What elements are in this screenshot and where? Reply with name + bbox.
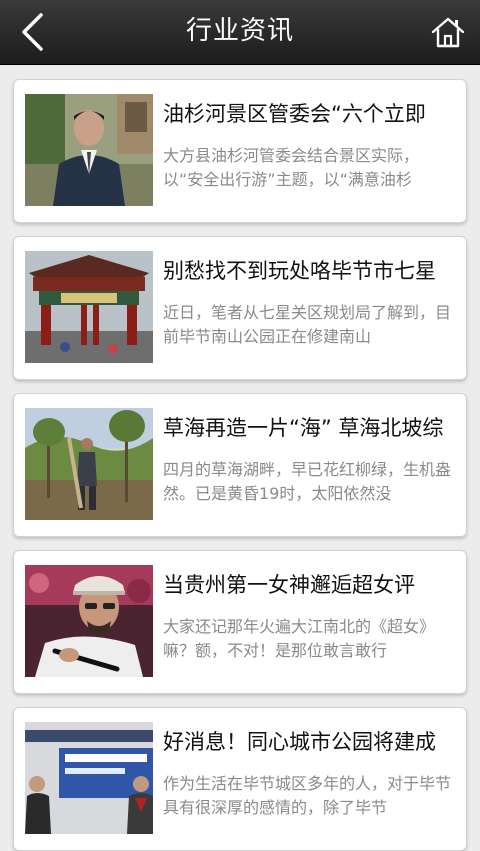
title-bar: 行业资讯 [0,0,480,65]
news-summary: 大家还记那年火遍大江南北的《超女》嘛？额，不对！是那位敢言敢行 [163,617,436,660]
news-summary: 大方县油杉河管委会结合景区实际，以“安全出行游”主题，以“满意油杉 [163,146,420,189]
news-summary: 四月的草海湖畔，早已花红柳绿，生机盎然。已是黄昏19时，太阳依然没 [163,460,452,503]
news-title: 好消息！同心城市公园将建成 [163,730,436,754]
news-title: 当贵州第一女神邂逅超女评 [163,573,415,597]
home-icon [431,17,465,48]
news-item[interactable]: 好消息！同心城市公园将建成 作为生活在毕节城区多年的人，对于毕节具有很深厚的感情… [13,707,467,851]
news-thumbnail [25,408,153,520]
news-thumbnail [25,251,153,363]
news-thumbnail [25,94,153,206]
news-item[interactable]: 草海再造一片“海” 草海北坡综 四月的草海湖畔，早已花红柳绿，生机盎然。已是黄昏… [13,393,467,537]
news-item[interactable]: 别愁找不到玩处咯毕节市七星 近日，笔者从七星关区规划局了解到，目前毕节南山公园正… [13,236,467,380]
news-title: 草海再造一片“海” 草海北坡综 [163,416,444,440]
news-thumbnail [25,565,153,677]
home-button[interactable] [416,0,480,64]
news-title: 别愁找不到玩处咯毕节市七星 [163,259,436,283]
page-title: 行业资讯 [185,16,294,46]
news-title: 油杉河景区管委会“六个立即 [163,102,426,126]
news-item[interactable]: 当贵州第一女神邂逅超女评 大家还记那年火遍大江南北的《超女》嘛？额，不对！是那位… [13,550,467,694]
news-item[interactable]: 油杉河景区管委会“六个立即 大方县油杉河管委会结合景区实际，以“安全出行游”主题… [13,79,467,223]
news-thumbnail [25,722,153,834]
news-summary: 近日，笔者从七星关区规划局了解到，目前毕节南山公园正在修建南山 [163,303,452,346]
news-summary: 作为生活在毕节城区多年的人，对于毕节具有很深厚的感情的，除了毕节 [163,774,452,817]
